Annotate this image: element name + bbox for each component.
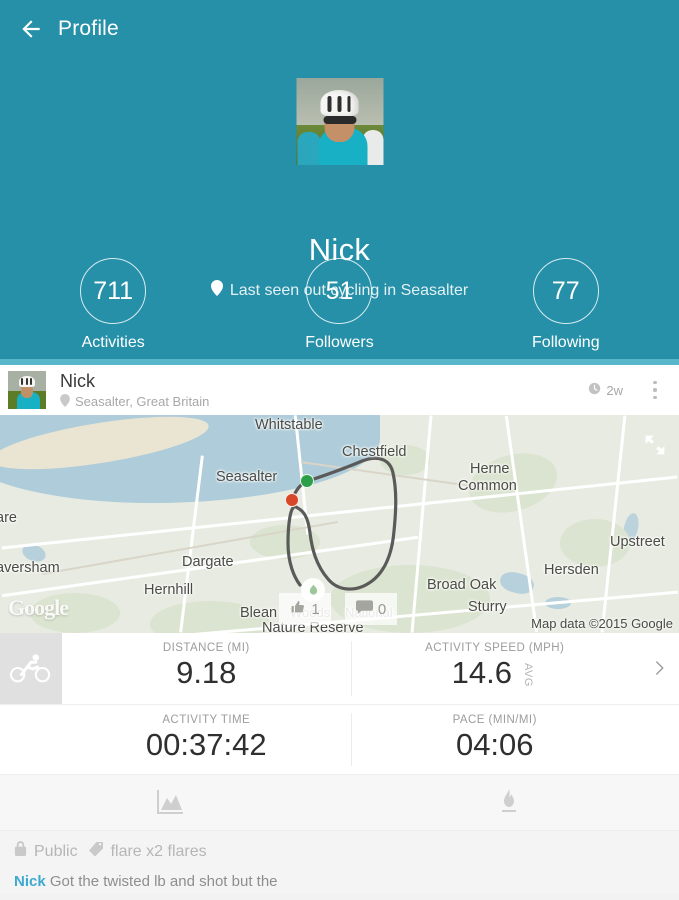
map-label: Broad Oak xyxy=(427,577,496,593)
comments-badge[interactable]: 0 xyxy=(345,593,397,625)
comment-count: 0 xyxy=(378,601,386,618)
kebab-menu-icon[interactable] xyxy=(645,381,665,400)
stat-caption: ACTIVITY TIME xyxy=(62,714,351,726)
activity-time-text: 2w xyxy=(606,383,623,398)
map-label: Common xyxy=(458,478,517,494)
fullscreen-expand-icon[interactable] xyxy=(641,431,669,464)
activity-timestamp: 2w xyxy=(588,382,623,398)
tag-text: flare x2 flares xyxy=(111,843,207,861)
route-end-marker xyxy=(285,493,299,507)
activity-username[interactable]: Nick xyxy=(60,371,588,391)
route-start-marker xyxy=(300,474,314,488)
stat-value: 04:06 xyxy=(351,727,640,763)
activity-user-block: Nick Seasalter, Great Britain xyxy=(60,371,588,410)
stat-value: 711 xyxy=(93,277,133,306)
activity-location-text: Seasalter, Great Britain xyxy=(75,394,209,409)
stat-value: 51 xyxy=(326,277,354,306)
profile-avatar[interactable] xyxy=(296,78,383,165)
stat-activity-time: ACTIVITY TIME 00:37:42 xyxy=(62,705,351,774)
stat-value: 9.18 xyxy=(62,655,351,691)
activity-action-icons xyxy=(0,775,679,831)
activity-avatar[interactable] xyxy=(8,371,46,409)
activity-card: Nick Seasalter, Great Britain 2w xyxy=(0,365,679,895)
stat-activities[interactable]: 711 Activities xyxy=(1,258,225,352)
stat-value: 14.6AVG xyxy=(351,655,640,693)
comment-author: Nick xyxy=(14,873,46,890)
map-engagement-badges: 1 0 xyxy=(279,593,397,625)
activity-meta: Public flare x2 flares xyxy=(0,831,679,873)
google-watermark: Google xyxy=(8,595,68,621)
map-label: are xyxy=(0,510,17,526)
stat-caption: DISTANCE (MI) xyxy=(62,642,351,654)
stat-distance: DISTANCE (MI) 9.18 xyxy=(62,633,351,704)
stat-label: Activities xyxy=(82,334,145,352)
stats-row-primary: DISTANCE (MI) 9.18 ACTIVITY SPEED (MPH) … xyxy=(0,633,679,705)
map-label: aversham xyxy=(0,560,60,576)
profile-stats: 711 Activities 51 Followers 77 Following xyxy=(0,258,679,352)
stat-superscript: AVG xyxy=(510,663,546,687)
cyclist-icon xyxy=(0,633,62,704)
map-credit: Map data ©2015 Google xyxy=(531,616,673,631)
stat-value: 77 xyxy=(552,277,580,306)
map-label: Hernhill xyxy=(144,582,193,598)
map-label: Sturry xyxy=(468,599,507,615)
map-label: Seasalter xyxy=(216,469,277,485)
page-title: Profile xyxy=(58,17,119,41)
thumbs-up-icon xyxy=(290,599,306,619)
map-label: Herne xyxy=(470,461,510,477)
stat-label: Following xyxy=(532,334,600,352)
map-label: Blean xyxy=(240,605,277,621)
stat-caption: PACE (MIN/MI) xyxy=(351,714,640,726)
map-label: Whitstable xyxy=(255,417,323,433)
stat-pace: PACE (MIN/MI) 04:06 xyxy=(351,705,640,774)
map-label: Chestfield xyxy=(342,444,406,460)
arrow-left-icon[interactable] xyxy=(16,14,46,44)
profile-header: Profile Nick Last seen out cycling in Se… xyxy=(0,0,679,359)
tag-meta[interactable]: flare x2 flares xyxy=(88,841,207,862)
privacy-text: Public xyxy=(34,843,78,861)
chevron-right-icon[interactable] xyxy=(639,633,679,704)
comment-bubble-icon xyxy=(356,600,373,618)
map-label: Upstreet xyxy=(610,534,665,550)
lock-icon xyxy=(14,841,27,862)
elevation-chart-icon[interactable] xyxy=(0,775,340,830)
activity-card-header: Nick Seasalter, Great Britain 2w xyxy=(0,365,679,415)
leaf-icon xyxy=(301,578,325,602)
stat-circle: 711 xyxy=(80,258,146,324)
kudos-badge[interactable]: 1 xyxy=(279,593,331,625)
kudos-count: 1 xyxy=(311,601,319,618)
map-label: Hersden xyxy=(544,562,599,578)
stat-value: 00:37:42 xyxy=(62,727,351,763)
comment-text: Got the twisted lb and shot but the xyxy=(50,873,278,890)
stat-circle: 51 xyxy=(306,258,372,324)
stat-label: Followers xyxy=(305,334,373,352)
stat-followers[interactable]: 51 Followers xyxy=(227,258,451,352)
stat-circle: 77 xyxy=(533,258,599,324)
top-app-bar: Profile xyxy=(0,0,679,58)
tag-icon xyxy=(88,841,104,862)
stat-following[interactable]: 77 Following xyxy=(454,258,678,352)
activity-comment[interactable]: Nick Got the twisted lb and shot but the xyxy=(0,873,679,895)
activity-location: Seasalter, Great Britain xyxy=(60,394,588,410)
profile-screen: Profile Nick Last seen out cycling in Se… xyxy=(0,0,679,900)
stat-activity-speed: ACTIVITY SPEED (MPH) 14.6AVG xyxy=(351,633,640,704)
activity-map[interactable]: Whitstable Chestfield Herne Common Seasa… xyxy=(0,415,679,633)
privacy-meta: Public xyxy=(14,841,78,862)
location-pin-icon xyxy=(60,394,70,410)
map-label: Dargate xyxy=(182,554,234,570)
stat-caption: ACTIVITY SPEED (MPH) xyxy=(351,642,640,654)
flame-calories-icon[interactable] xyxy=(340,775,679,830)
stats-row-secondary: ACTIVITY TIME 00:37:42 PACE (MIN/MI) 04:… xyxy=(0,705,679,775)
clock-icon xyxy=(588,382,601,398)
activity-stats: DISTANCE (MI) 9.18 ACTIVITY SPEED (MPH) … xyxy=(0,633,679,775)
